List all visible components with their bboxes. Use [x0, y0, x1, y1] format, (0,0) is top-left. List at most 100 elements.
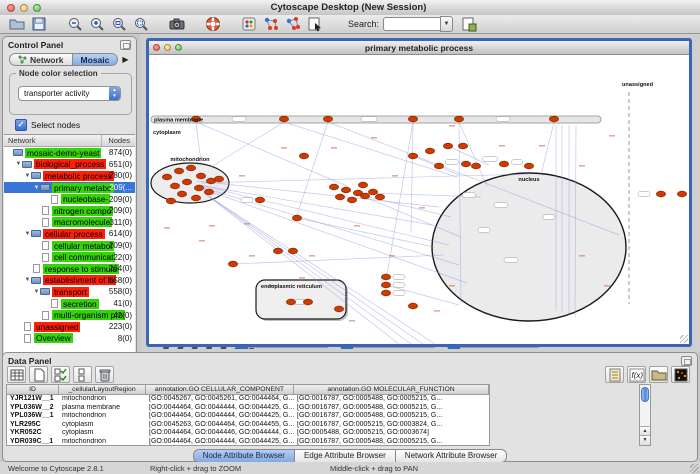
tree-item-unassigned[interactable]: unassigned223(0) [4, 321, 135, 333]
tree-item-cell-communicat[interactable]: cell communicat22(0) [4, 251, 135, 263]
toolbar-annotation-button[interactable] [306, 16, 324, 33]
minimize-window-button[interactable] [20, 4, 28, 12]
tab-network-attribute-browser[interactable]: Network Attribute Browser [396, 449, 507, 463]
table-row[interactable]: YPL036W__1mitochondrion[GO:0044464, GO:0… [7, 412, 489, 421]
search-input[interactable] [383, 17, 440, 31]
toolbar-delete-attribute-button[interactable] [95, 366, 114, 383]
network-node[interactable] [166, 198, 175, 204]
tree-item-nucleobase-[interactable]: nucleobase-209(0) [4, 193, 135, 205]
network-node[interactable] [177, 191, 186, 197]
network-node[interactable] [549, 116, 558, 122]
tab-node-attribute-browser[interactable]: Node Attribute Browser [193, 449, 295, 463]
network-node[interactable] [286, 299, 295, 305]
table-header-2[interactable]: annotation.GO CELLULAR_COMPONENT [146, 385, 294, 395]
table-row[interactable]: YDR039C__1mitochondrion[GO:0044464, GO:0… [7, 438, 489, 447]
network-node[interactable] [204, 189, 213, 195]
toolbar-plugin-manager-button[interactable] [460, 16, 478, 33]
tree-item-biological-process[interactable]: ▼biological_process651(0) [4, 159, 135, 171]
toolbar-layout-network-a-button[interactable] [262, 16, 280, 33]
tree-item-establishment-of-lo[interactable]: ▼establishment of lo558(0) [4, 275, 135, 287]
network-node[interactable] [279, 116, 288, 122]
tree-item-multi-organism-pro[interactable]: multi-organism pro42(0) [4, 309, 135, 321]
network-window-resize-grip[interactable] [680, 335, 688, 343]
network-node[interactable] [458, 143, 467, 149]
network-node[interactable] [186, 165, 195, 171]
network-node[interactable] [358, 182, 367, 188]
zoom-window-button[interactable] [33, 4, 41, 12]
toolbar-vizmapper-button[interactable] [240, 16, 258, 33]
network-node[interactable] [196, 173, 205, 179]
tree-item-metabolic-process[interactable]: ▼metabolic process280(0) [4, 170, 135, 182]
tree-expand-icon[interactable]: ▼ [24, 173, 31, 179]
tree-item-secretion[interactable]: secretion41(0) [4, 298, 135, 310]
network-node[interactable] [292, 215, 301, 221]
network-node[interactable] [499, 161, 508, 167]
toolbar-save-session-button[interactable] [30, 16, 48, 33]
network-node[interactable] [443, 143, 452, 149]
network-node[interactable] [461, 161, 470, 167]
network-node[interactable] [381, 290, 390, 296]
toolbar-import-attributes-button[interactable] [649, 366, 668, 383]
network-node[interactable] [454, 116, 463, 122]
network-node[interactable] [174, 168, 183, 174]
table-row[interactable]: YJR121W__1mitochondrion[GO:0045267, GO:0… [7, 395, 489, 404]
tab-edge-attribute-browser[interactable]: Edge Attribute Browser [295, 449, 396, 463]
tree-item-mosaic-demo-yeast[interactable]: mosaic-demo-yeast874(0) [4, 147, 135, 159]
toolbar-snapshot-button[interactable] [168, 16, 186, 33]
network-node[interactable] [471, 163, 480, 169]
toolbar-select-attributes-button[interactable] [51, 366, 70, 383]
toolbar-attribute-matrix-button[interactable] [671, 366, 690, 383]
network-node[interactable] [381, 274, 390, 280]
tree-item-cellular-process[interactable]: ▼cellular process614(0) [4, 228, 135, 240]
toolbar-zoom-selected-button[interactable] [132, 16, 150, 33]
network-node[interactable] [408, 153, 417, 159]
tree-item-cellular-metabol[interactable]: cellular metabol209(0) [4, 240, 135, 252]
toolbar-zoom-fit-button[interactable] [110, 16, 128, 33]
toolbar-unselect-attributes-button[interactable] [73, 366, 92, 383]
network-node[interactable] [323, 116, 332, 122]
window-resize-grip[interactable] [690, 464, 699, 473]
network-node[interactable] [381, 282, 390, 288]
network-node[interactable] [524, 163, 533, 169]
network-node[interactable] [341, 187, 350, 193]
tab-network[interactable]: Network [9, 53, 72, 66]
toolbar-function-builder-button[interactable]: f(x) [627, 366, 646, 383]
network-node[interactable] [425, 148, 434, 154]
select-nodes-checkbox[interactable]: ✓ [15, 119, 27, 131]
tree-expand-icon[interactable]: ▼ [24, 231, 31, 237]
toolbar-attribute-table-button[interactable] [7, 366, 26, 383]
network-node[interactable] [408, 116, 417, 122]
table-header-3[interactable]: annotation.GO MOLECULAR_FUNCTION [294, 385, 489, 395]
toolbar-help-button[interactable] [204, 16, 222, 33]
tab-overflow-arrow-icon[interactable]: ▶ [122, 55, 128, 64]
tree-expand-icon[interactable]: ▼ [24, 277, 31, 283]
attribute-table-scrollbar[interactable]: ▲ ▼ [639, 384, 651, 446]
tree-expand-icon[interactable]: ▼ [15, 161, 22, 167]
network-node[interactable] [303, 299, 312, 305]
toolbar-attribute-list-button[interactable] [605, 366, 624, 383]
tree-item-primary-metabo[interactable]: ▼primary metabo209(... [4, 182, 135, 194]
attribute-table[interactable]: ID_cellularLayoutRegionannotation.GO CEL… [6, 384, 490, 446]
tree-expand-icon[interactable]: ▼ [33, 185, 40, 191]
table-row[interactable]: YKR052Ccytoplasm[GO:0044464, GO:0044446,… [7, 429, 489, 438]
network-node[interactable] [162, 174, 171, 180]
network-node[interactable] [255, 197, 264, 203]
network-node[interactable] [677, 191, 686, 197]
toolbar-layout-network-b-button[interactable] [284, 16, 302, 33]
tree-item-macromolecule[interactable]: macromolecule311(0) [4, 217, 135, 229]
network-node[interactable] [170, 183, 179, 189]
scroll-down-icon[interactable]: ▼ [640, 435, 650, 445]
close-window-button[interactable] [7, 4, 15, 12]
toolbar-zoom-in-button[interactable] [88, 16, 106, 33]
network-node[interactable] [194, 185, 203, 191]
network-node[interactable] [334, 306, 343, 312]
float-panel-icon[interactable] [120, 40, 131, 50]
network-node[interactable] [375, 194, 384, 200]
float-panel-icon[interactable] [681, 356, 692, 366]
network-node[interactable] [329, 184, 338, 190]
network-node[interactable] [408, 303, 417, 309]
network-node[interactable] [191, 195, 200, 201]
network-node[interactable] [214, 176, 223, 182]
tree-item-overview[interactable]: Overview8(0) [4, 333, 135, 345]
network-window-titlebar[interactable]: primary metabolic process [149, 41, 689, 55]
